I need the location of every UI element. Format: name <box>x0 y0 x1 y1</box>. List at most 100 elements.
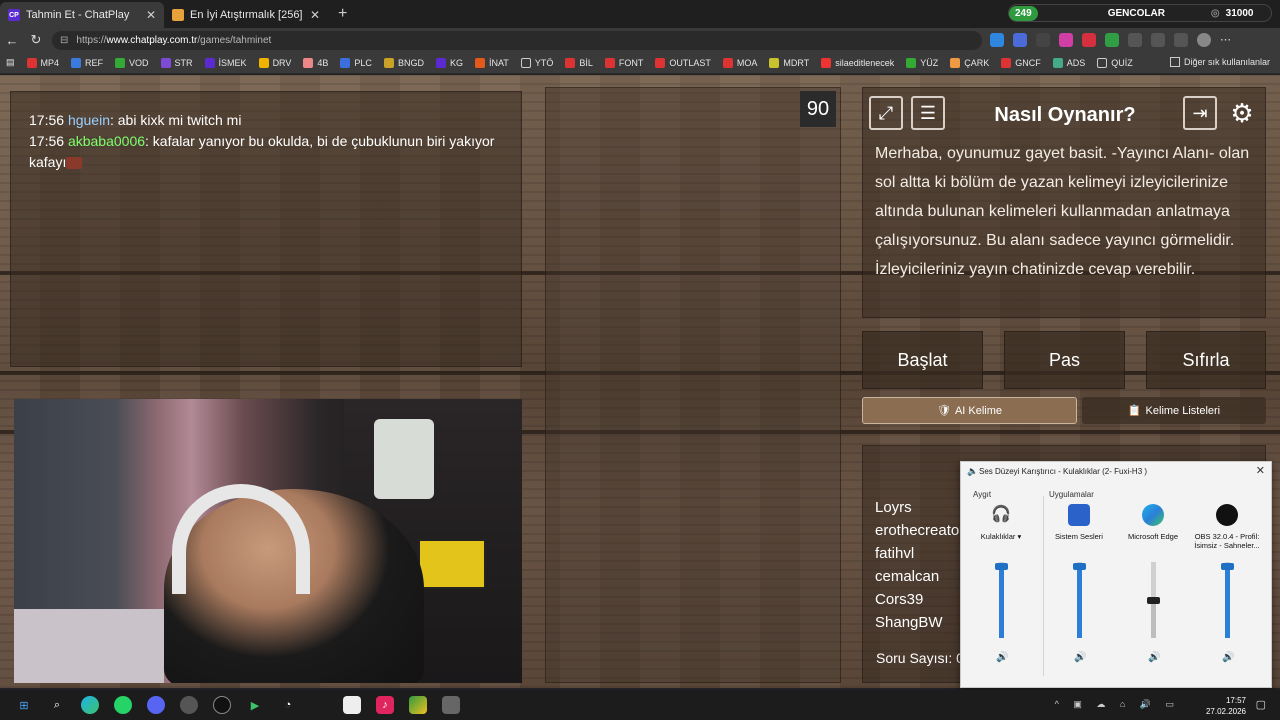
refresh-icon[interactable]: ↻ <box>24 32 48 48</box>
bookmark-item[interactable]: BİL <box>565 57 593 68</box>
bookmark-item[interactable]: BNGD <box>383 57 424 68</box>
shield-icon[interactable] <box>1105 33 1119 47</box>
extension-icon[interactable] <box>1013 33 1027 47</box>
bookmark-item[interactable]: İSMEK <box>204 57 247 68</box>
bookmark-item[interactable]: PLC <box>340 57 372 68</box>
tab-tierlist[interactable]: En İyi Atıştırmalık [256] - Tier List | … <box>164 2 328 28</box>
whatsapp-icon[interactable] <box>114 696 132 714</box>
app-icon[interactable] <box>343 696 361 714</box>
ai-word-button[interactable]: 🛡 AI Kelime <box>862 397 1077 424</box>
edge-taskbar-icon[interactable] <box>81 696 99 714</box>
back-icon[interactable]: ← <box>0 33 24 48</box>
close-tab-icon[interactable]: ✕ <box>146 8 156 22</box>
bookmark-favicon-icon <box>950 57 961 68</box>
bookmark-item[interactable]: ADS <box>1052 57 1085 68</box>
bookmark-favicon-icon <box>115 57 126 68</box>
bookmark-item[interactable]: MP4 <box>26 57 59 68</box>
discord-icon[interactable] <box>147 696 165 714</box>
obs-taskbar-icon[interactable] <box>213 696 231 714</box>
app-icon[interactable] <box>409 696 427 714</box>
reset-button[interactable]: Sıfırla <box>1146 331 1266 389</box>
gauge-icon[interactable]: ◔ <box>279 696 297 714</box>
webcam-feed <box>14 399 522 683</box>
app-icon[interactable] <box>180 696 198 714</box>
mute-speaker-icon[interactable]: 🔊 <box>1222 652 1234 663</box>
bookmark-item[interactable]: MOA <box>722 57 757 68</box>
download-icon[interactable] <box>1036 33 1050 47</box>
howto-panel: ⤢ ☰ Nasıl Oynanır? ⇥ ⚙ Merhaba, oyunumuz… <box>862 87 1266 318</box>
webcam-jersey <box>374 419 434 499</box>
device-label: Aygıt <box>973 490 992 499</box>
close-icon[interactable]: ✕ <box>1256 464 1265 477</box>
active-window-icon[interactable] <box>442 696 460 714</box>
folder-icon <box>520 57 531 68</box>
bookmark-item[interactable]: OUTLAST <box>655 57 711 68</box>
chatplay-favicon-icon: CP <box>8 9 20 21</box>
new-tab-button[interactable]: + <box>338 5 347 23</box>
bookmark-item[interactable]: QUİZ <box>1097 57 1133 68</box>
other-bookmarks-folder[interactable]: Diğer sık kullanılanlar <box>1169 57 1270 67</box>
search-icon[interactable]: ⌕ <box>48 696 66 714</box>
close-tab-icon[interactable]: ✕ <box>310 8 320 22</box>
bookmarks-menu-icon[interactable]: ▤ <box>6 57 15 68</box>
volume-thumb[interactable] <box>1073 562 1086 570</box>
volume-slider[interactable] <box>1221 562 1234 638</box>
mute-speaker-icon[interactable]: 🔊 <box>996 652 1008 663</box>
tiktok-icon[interactable]: ♪ <box>376 696 394 714</box>
extension-icon[interactable] <box>990 33 1004 47</box>
bookmark-item[interactable]: GNCF <box>1001 57 1041 68</box>
bookmark-item[interactable]: DRV <box>258 57 291 68</box>
extension-icon[interactable] <box>1082 33 1096 47</box>
bookmark-item[interactable]: MDRT <box>769 57 809 68</box>
notifications-icon[interactable]: ▢ <box>1256 698 1266 711</box>
url-prefix: https:// <box>76 35 107 46</box>
channel-name[interactable]: Kulaklıklar ▾ <box>965 532 1037 552</box>
bookmark-item[interactable]: silaeditlenecek <box>821 57 894 68</box>
settings-gear-icon[interactable]: ⚙ <box>1225 96 1259 130</box>
volume-fill <box>1077 565 1082 638</box>
fullscreen-icon[interactable]: ⤢ <box>869 96 903 130</box>
clock[interactable]: 17:57 27.02.2026 <box>1206 695 1246 717</box>
puzzle-icon[interactable] <box>1128 33 1142 47</box>
bookmark-item[interactable]: ÇARK <box>950 57 989 68</box>
url-field[interactable]: ⊟ https://www.chatplay.com.tr/games/tahm… <box>52 31 982 50</box>
volume-slider[interactable] <box>1073 562 1086 638</box>
mute-speaker-icon[interactable]: 🔊 <box>1148 652 1160 663</box>
mute-speaker-icon[interactable]: 🔊 <box>1074 652 1086 663</box>
bookmark-item[interactable]: FONT <box>604 57 643 68</box>
system-tray-icons[interactable]: ^ ▣ ☁ ⌂ 🔊 ▭ <box>1055 699 1180 710</box>
mixer-channel-obs: OBS 32.0.4 - Profil: İsimsiz - Sahneler.… <box>1191 504 1263 684</box>
bookmark-favicon-icon <box>1052 57 1063 68</box>
tab-chatplay[interactable]: CP Tahmin Et - ChatPlay ✕ <box>0 2 164 28</box>
downloads-icon[interactable] <box>1174 33 1188 47</box>
more-menu-icon[interactable]: ⋯ <box>1220 33 1234 47</box>
exit-icon[interactable]: ⇥ <box>1183 96 1217 130</box>
bookmark-item[interactable]: KG <box>435 57 463 68</box>
play-icon[interactable]: ▶ <box>246 696 264 714</box>
notes-icon[interactable]: ☰ <box>911 96 945 130</box>
bookmark-item[interactable]: 4B <box>303 57 328 68</box>
volume-thumb[interactable] <box>1147 597 1160 604</box>
start-button[interactable]: Başlat <box>862 331 983 389</box>
robot-icon: 🛡 <box>936 405 951 417</box>
site-info-icon[interactable]: ⊟ <box>60 35 68 46</box>
profile-avatar[interactable] <box>1197 33 1211 47</box>
extension-points-widget[interactable]: 249 GENCOLAR ◎ 31000 <box>1008 4 1272 22</box>
bookmark-favicon-icon <box>26 57 37 68</box>
volume-slider[interactable] <box>995 562 1008 638</box>
pass-button[interactable]: Pas <box>1004 331 1125 389</box>
volume-slider[interactable] <box>1147 562 1160 638</box>
bookmark-item[interactable]: YTÖ <box>520 57 553 68</box>
word-lists-button[interactable]: 📋 Kelime Listeleri <box>1082 397 1266 424</box>
bookmark-item[interactable]: İNAT <box>474 57 509 68</box>
extension-icon[interactable] <box>1059 33 1073 47</box>
bookmark-item[interactable]: REF <box>71 57 103 68</box>
volume-thumb[interactable] <box>995 562 1008 570</box>
bookmark-item[interactable]: YÜZ <box>906 57 938 68</box>
bookmark-item[interactable]: VOD <box>115 57 149 68</box>
start-windows-icon[interactable]: ⊞ <box>15 696 33 714</box>
favorites-icon[interactable] <box>1151 33 1165 47</box>
bookmark-favicon-icon <box>435 57 446 68</box>
volume-thumb[interactable] <box>1221 562 1234 570</box>
bookmark-item[interactable]: STR <box>160 57 193 68</box>
